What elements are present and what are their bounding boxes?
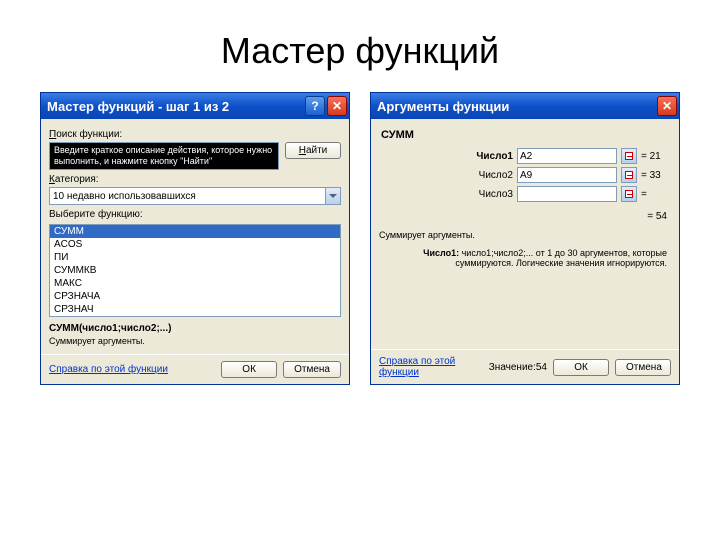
function-arguments-dialog: Аргументы функции ✕ СУММ Число1= 21Число… bbox=[370, 92, 680, 385]
list-item[interactable]: МАКС bbox=[50, 277, 340, 290]
help-link[interactable]: Справка по этой функции bbox=[49, 364, 168, 375]
argument-result: = 33 bbox=[641, 170, 671, 181]
list-item[interactable]: СУММКВ bbox=[50, 264, 340, 277]
argument-row: Число1 = 21 bbox=[379, 148, 671, 164]
list-item[interactable]: ПИ bbox=[50, 251, 340, 264]
argument-input[interactable] bbox=[517, 167, 617, 183]
search-label: Поиск функции: bbox=[49, 129, 341, 140]
argument-label: Число2 bbox=[463, 170, 513, 181]
search-input[interactable]: Введите краткое описание действия, котор… bbox=[49, 142, 279, 170]
select-function-label: Выберите функцию: bbox=[49, 209, 341, 220]
argument-input[interactable] bbox=[517, 186, 617, 202]
cancel-button[interactable]: Отмена bbox=[283, 361, 341, 378]
argument-input[interactable] bbox=[517, 148, 617, 164]
argument-row: Число3 = bbox=[379, 186, 671, 202]
function-name: СУММ bbox=[379, 125, 671, 145]
range-selector-icon[interactable] bbox=[621, 167, 637, 183]
argument-result: = bbox=[641, 189, 671, 200]
titlebar: Мастер функций - шаг 1 из 2 ? ✕ bbox=[41, 93, 349, 119]
slide-title: Мастер функций bbox=[0, 0, 720, 92]
help-button[interactable]: ? bbox=[305, 96, 325, 116]
ok-button[interactable]: ОК bbox=[553, 359, 609, 376]
category-label: Категория: bbox=[49, 174, 341, 185]
function-wizard-step1-dialog: Мастер функций - шаг 1 из 2 ? ✕ Поиск фу… bbox=[40, 92, 350, 385]
result-value: = 54 bbox=[383, 211, 667, 222]
argument-label: Число3 bbox=[463, 189, 513, 200]
argument-help: Число1: число1;число2;... от 1 до 30 арг… bbox=[383, 248, 667, 268]
argument-result: = 21 bbox=[641, 151, 671, 162]
titlebar-text: Аргументы функции bbox=[377, 99, 657, 114]
titlebar: Аргументы функции ✕ bbox=[371, 93, 679, 119]
list-item[interactable]: СРЗНАЧ bbox=[50, 303, 340, 316]
category-combo[interactable] bbox=[49, 187, 341, 205]
function-description: Суммирует аргументы. bbox=[49, 336, 341, 346]
close-button[interactable]: ✕ bbox=[327, 96, 347, 116]
category-input[interactable] bbox=[49, 187, 325, 205]
range-selector-icon[interactable] bbox=[621, 186, 637, 202]
cancel-button[interactable]: Отмена bbox=[615, 359, 671, 376]
summary-desc: Суммирует аргументы. bbox=[379, 230, 671, 240]
chevron-down-icon[interactable] bbox=[325, 187, 341, 205]
list-item[interactable]: СУММ bbox=[50, 225, 340, 238]
close-button[interactable]: ✕ bbox=[657, 96, 677, 116]
argument-label: Число1 bbox=[463, 151, 513, 162]
ok-button[interactable]: ОК bbox=[221, 361, 277, 378]
help-link[interactable]: Справка по этой функции bbox=[379, 356, 467, 378]
list-item[interactable]: СРЗНАЧА bbox=[50, 290, 340, 303]
argument-row: Число2 = 33 bbox=[379, 167, 671, 183]
range-selector-icon[interactable] bbox=[621, 148, 637, 164]
value-label: Значение:54 bbox=[489, 362, 547, 373]
function-signature: СУММ(число1;число2;...) bbox=[49, 323, 341, 334]
titlebar-text: Мастер функций - шаг 1 из 2 bbox=[47, 99, 305, 114]
function-listbox[interactable]: СУММACOSПИСУММКВМАКССРЗНАЧАСРЗНАЧ bbox=[49, 224, 341, 317]
find-button[interactable]: Найти bbox=[285, 142, 341, 159]
list-item[interactable]: ACOS bbox=[50, 238, 340, 251]
